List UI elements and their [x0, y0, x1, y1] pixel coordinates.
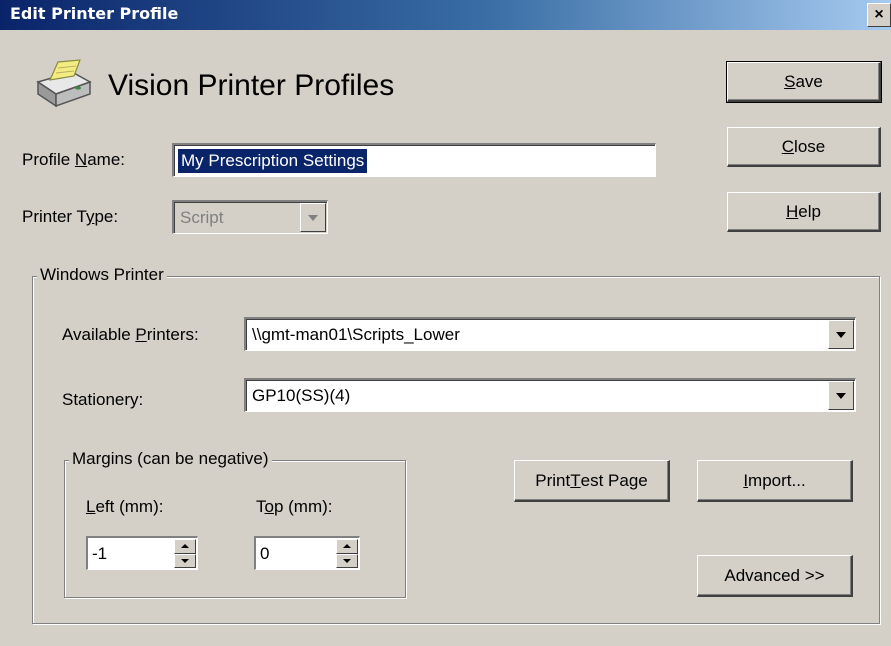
profile-name-value: My Prescription Settings	[178, 149, 368, 173]
printer-type-dropdown-button[interactable]	[300, 203, 326, 232]
print-test-page-button[interactable]: Print Test Page	[514, 460, 670, 502]
save-button[interactable]: Save	[726, 61, 882, 103]
chevron-down-icon	[836, 331, 846, 338]
arrow-up-icon	[343, 544, 351, 549]
dialog-heading-title: Vision Printer Profiles	[108, 69, 395, 102]
printer-type-label: Printer Type:	[22, 207, 119, 226]
printer-icon	[32, 58, 94, 115]
margins-legend: Margins (can be negative)	[69, 449, 272, 469]
stationery-value: GP10(SS)(4)	[252, 386, 351, 405]
chevron-down-icon	[308, 214, 318, 221]
available-printers-dropdown-button[interactable]	[828, 320, 854, 349]
top-margin-spinner[interactable]	[254, 536, 360, 570]
profile-name-label: Profile Name:	[22, 150, 125, 169]
stationery-dropdown-button[interactable]	[828, 381, 854, 410]
edit-printer-profile-dialog: Edit Printer Profile × Vision Printer Pr…	[0, 0, 891, 646]
left-margin-label: Left (mm):	[86, 497, 164, 516]
arrow-down-icon	[343, 558, 351, 563]
windows-printer-legend: Windows Printer	[37, 265, 167, 285]
import-button[interactable]: Import...	[697, 460, 853, 502]
printer-type-select[interactable]: Script	[172, 200, 328, 234]
available-printers-select[interactable]: \\gmt-man01\Scripts_Lower	[244, 317, 856, 351]
close-button[interactable]: Close	[727, 127, 881, 167]
dialog-heading: Vision Printer Profiles	[32, 56, 394, 116]
available-printers-label: Available Printers:	[62, 325, 199, 344]
close-window-button[interactable]: ×	[867, 3, 891, 27]
chevron-down-icon	[836, 392, 846, 399]
title-bar[interactable]: Edit Printer Profile ×	[0, 0, 891, 30]
left-margin-input[interactable]	[88, 538, 158, 569]
window-title: Edit Printer Profile	[10, 4, 179, 23]
left-margin-decrement[interactable]	[174, 553, 196, 568]
advanced-button[interactable]: Advanced >>	[697, 555, 853, 597]
help-button[interactable]: Help	[727, 192, 881, 232]
stationery-label: Stationery:	[62, 390, 144, 409]
margins-group: Margins (can be negative)	[64, 449, 406, 598]
arrow-up-icon	[181, 544, 189, 549]
profile-name-field[interactable]: My Prescription Settings	[172, 143, 656, 177]
top-margin-input[interactable]	[256, 538, 326, 569]
stationery-select[interactable]: GP10(SS)(4)	[244, 378, 856, 412]
printer-type-value: Script	[180, 208, 224, 227]
top-margin-decrement[interactable]	[336, 553, 358, 568]
arrow-down-icon	[181, 558, 189, 563]
left-margin-increment[interactable]	[174, 539, 196, 554]
available-printers-value: \\gmt-man01\Scripts_Lower	[252, 325, 460, 344]
top-margin-label: Top (mm):	[256, 497, 333, 516]
top-margin-increment[interactable]	[336, 539, 358, 554]
left-margin-spinner[interactable]	[86, 536, 198, 570]
